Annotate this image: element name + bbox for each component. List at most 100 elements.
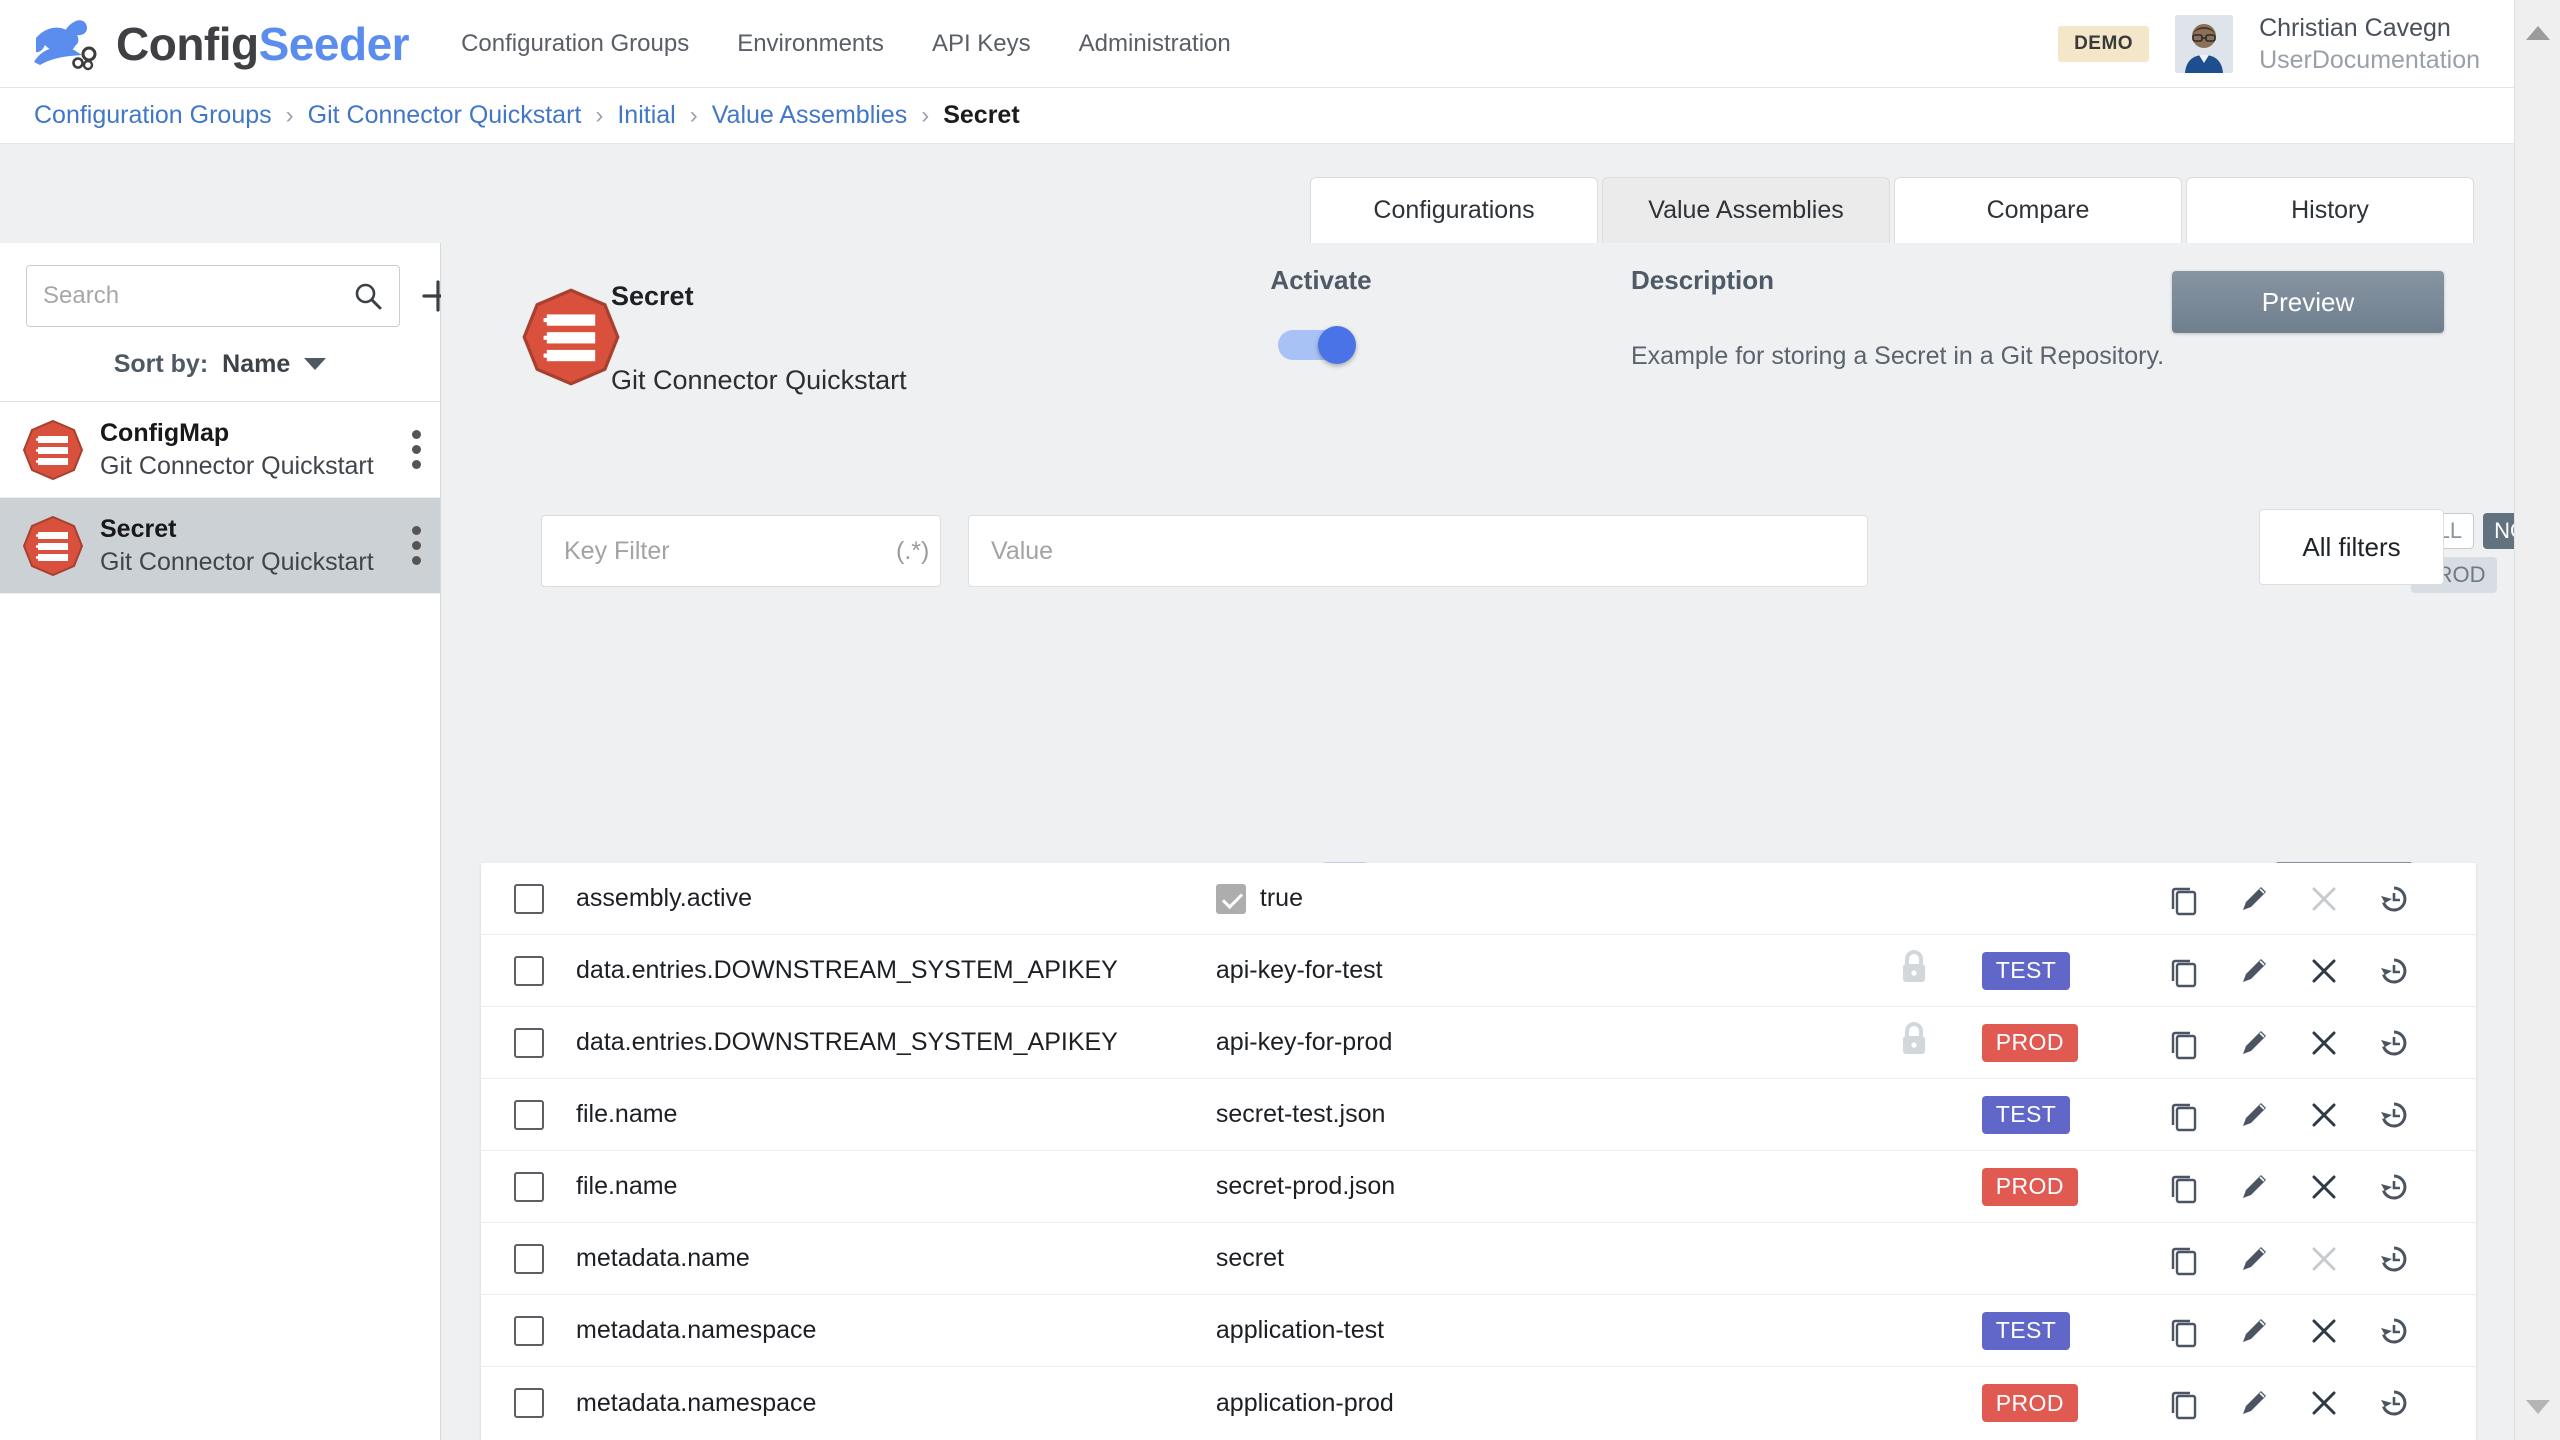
row-checkbox[interactable] bbox=[514, 884, 544, 914]
row-key: file.name bbox=[576, 1100, 1216, 1129]
edit-pencil-icon[interactable] bbox=[2236, 1025, 2272, 1061]
history-restore-icon[interactable] bbox=[2376, 953, 2412, 989]
row-checkbox[interactable] bbox=[514, 1244, 544, 1274]
delete-x-icon bbox=[2306, 1241, 2342, 1277]
toggle-knob bbox=[1318, 326, 1356, 364]
scroll-up-arrow-icon[interactable] bbox=[2526, 26, 2550, 40]
row-secured bbox=[1846, 948, 1982, 993]
filter-row: (.*) ALL NONE DEV TEST PROD All filters bbox=[441, 491, 2514, 621]
history-restore-icon[interactable] bbox=[2376, 881, 2412, 917]
copy-icon[interactable] bbox=[2166, 953, 2202, 989]
edit-pencil-icon[interactable] bbox=[2236, 1097, 2272, 1133]
table-row[interactable]: data.entries.DOWNSTREAM_SYSTEM_APIKEY ap… bbox=[481, 935, 2476, 1007]
copy-icon[interactable] bbox=[2166, 1241, 2202, 1277]
history-restore-icon[interactable] bbox=[2376, 1241, 2412, 1277]
edit-pencil-icon[interactable] bbox=[2236, 1241, 2272, 1277]
edit-pencil-icon[interactable] bbox=[2236, 953, 2272, 989]
chevron-down-icon[interactable] bbox=[304, 358, 326, 370]
search-box[interactable] bbox=[26, 265, 400, 327]
nav-item-environments[interactable]: Environments bbox=[737, 30, 884, 58]
breadcrumb-item-configuration-groups[interactable]: Configuration Groups bbox=[34, 101, 272, 130]
row-key: data.entries.DOWNSTREAM_SYSTEM_APIKEY bbox=[576, 1028, 1216, 1057]
sidebar-item-menu-icon[interactable] bbox=[412, 526, 422, 565]
sort-control[interactable]: Sort by: Name bbox=[0, 327, 440, 401]
edit-pencil-icon[interactable] bbox=[2236, 1169, 2272, 1205]
sidebar-item-configmap[interactable]: ConfigMap Git Connector Quickstart bbox=[0, 402, 440, 498]
row-checkbox[interactable] bbox=[514, 1172, 544, 1202]
sidebar-item-menu-icon[interactable] bbox=[412, 430, 422, 469]
brand-title: ConfigSeeder bbox=[116, 17, 409, 71]
table-row[interactable]: metadata.namespace application-prod PROD bbox=[481, 1367, 2476, 1439]
copy-icon[interactable] bbox=[2166, 1313, 2202, 1349]
value-filter-input[interactable] bbox=[991, 537, 1845, 566]
breadcrumb-item-git-connector-quickstart[interactable]: Git Connector Quickstart bbox=[308, 101, 582, 130]
delete-x-icon[interactable] bbox=[2306, 953, 2342, 989]
user-organization: UserDocumentation bbox=[2259, 44, 2480, 76]
sort-value[interactable]: Name bbox=[222, 350, 290, 379]
history-restore-icon[interactable] bbox=[2376, 1313, 2412, 1349]
nav-item-administration[interactable]: Administration bbox=[1079, 30, 1231, 58]
tab-compare[interactable]: Compare bbox=[1894, 177, 2182, 243]
table-row[interactable]: data.entries.DOWNSTREAM_SYSTEM_APIKEY ap… bbox=[481, 1007, 2476, 1079]
copy-icon[interactable] bbox=[2166, 881, 2202, 917]
edit-pencil-icon[interactable] bbox=[2236, 1313, 2272, 1349]
delete-x-icon[interactable] bbox=[2306, 1169, 2342, 1205]
copy-icon[interactable] bbox=[2166, 1025, 2202, 1061]
table-row[interactable]: metadata.name secret bbox=[481, 1223, 2476, 1295]
table-row[interactable]: file.name secret-prod.json PROD bbox=[481, 1151, 2476, 1223]
row-select-cell bbox=[481, 956, 576, 986]
breadcrumb-item-value-assemblies[interactable]: Value Assemblies bbox=[712, 101, 907, 130]
table-row[interactable]: file.name secret-test.json TEST bbox=[481, 1079, 2476, 1151]
avatar[interactable] bbox=[2175, 15, 2233, 73]
breadcrumb-item-initial[interactable]: Initial bbox=[617, 101, 675, 130]
preview-button[interactable]: Preview bbox=[2172, 271, 2444, 333]
brand-title-first: Config bbox=[116, 18, 259, 70]
row-value-checkbox[interactable] bbox=[1216, 884, 1246, 914]
copy-icon[interactable] bbox=[2166, 1097, 2202, 1133]
copy-icon[interactable] bbox=[2166, 1385, 2202, 1421]
history-restore-icon[interactable] bbox=[2376, 1169, 2412, 1205]
history-restore-icon[interactable] bbox=[2376, 1025, 2412, 1061]
sidebar-item-secret[interactable]: Secret Git Connector Quickstart bbox=[0, 498, 440, 594]
tab-value-assemblies[interactable]: Value Assemblies bbox=[1602, 177, 1890, 243]
nav-item-configuration-groups[interactable]: Configuration Groups bbox=[461, 30, 689, 58]
search-icon[interactable] bbox=[353, 281, 383, 311]
edit-pencil-icon[interactable] bbox=[2236, 1385, 2272, 1421]
nav-item-api-keys[interactable]: API Keys bbox=[932, 30, 1031, 58]
page-scrollbar[interactable] bbox=[2514, 0, 2560, 1440]
row-checkbox[interactable] bbox=[514, 1316, 544, 1346]
tab-configurations[interactable]: Configurations bbox=[1310, 177, 1598, 243]
env-chip-none[interactable]: NONE bbox=[2483, 513, 2514, 549]
breadcrumb: Configuration Groups › Git Connector Qui… bbox=[0, 88, 2514, 144]
config-assembly-octagon-icon bbox=[22, 515, 84, 577]
history-restore-icon[interactable] bbox=[2376, 1097, 2412, 1133]
key-filter-box[interactable]: (.*) bbox=[541, 515, 941, 587]
sort-label: Sort by: bbox=[114, 350, 208, 379]
row-checkbox[interactable] bbox=[514, 956, 544, 986]
delete-x-icon[interactable] bbox=[2306, 1097, 2342, 1133]
all-filters-button[interactable]: All filters bbox=[2259, 509, 2444, 585]
copy-icon[interactable] bbox=[2166, 1169, 2202, 1205]
row-checkbox[interactable] bbox=[514, 1100, 544, 1130]
row-checkbox[interactable] bbox=[514, 1388, 544, 1418]
delete-x-icon[interactable] bbox=[2306, 1025, 2342, 1061]
delete-x-icon[interactable] bbox=[2306, 1313, 2342, 1349]
activate-toggle[interactable] bbox=[1278, 326, 1364, 364]
scroll-down-arrow-icon[interactable] bbox=[2526, 1400, 2550, 1414]
value-filter-box[interactable] bbox=[968, 515, 1868, 587]
row-checkbox[interactable] bbox=[514, 1028, 544, 1058]
table-row[interactable]: metadata.namespace application-test TEST bbox=[481, 1295, 2476, 1367]
user-info[interactable]: Christian Cavegn UserDocumentation bbox=[2259, 12, 2480, 76]
key-filter-input[interactable] bbox=[564, 537, 886, 566]
breadcrumb-separator: › bbox=[595, 102, 603, 130]
edit-pencil-icon[interactable] bbox=[2236, 881, 2272, 917]
table-row[interactable]: assembly.active true bbox=[481, 863, 2476, 935]
history-restore-icon[interactable] bbox=[2376, 1385, 2412, 1421]
row-value: secret-prod.json bbox=[1216, 1172, 1846, 1201]
delete-x-icon[interactable] bbox=[2306, 1385, 2342, 1421]
brand-logo-area[interactable]: ConfigSeeder bbox=[30, 16, 409, 72]
breadcrumb-separator: › bbox=[286, 102, 294, 130]
tab-history[interactable]: History bbox=[2186, 177, 2474, 243]
row-actions bbox=[2166, 1313, 2476, 1349]
search-input[interactable] bbox=[43, 282, 353, 310]
